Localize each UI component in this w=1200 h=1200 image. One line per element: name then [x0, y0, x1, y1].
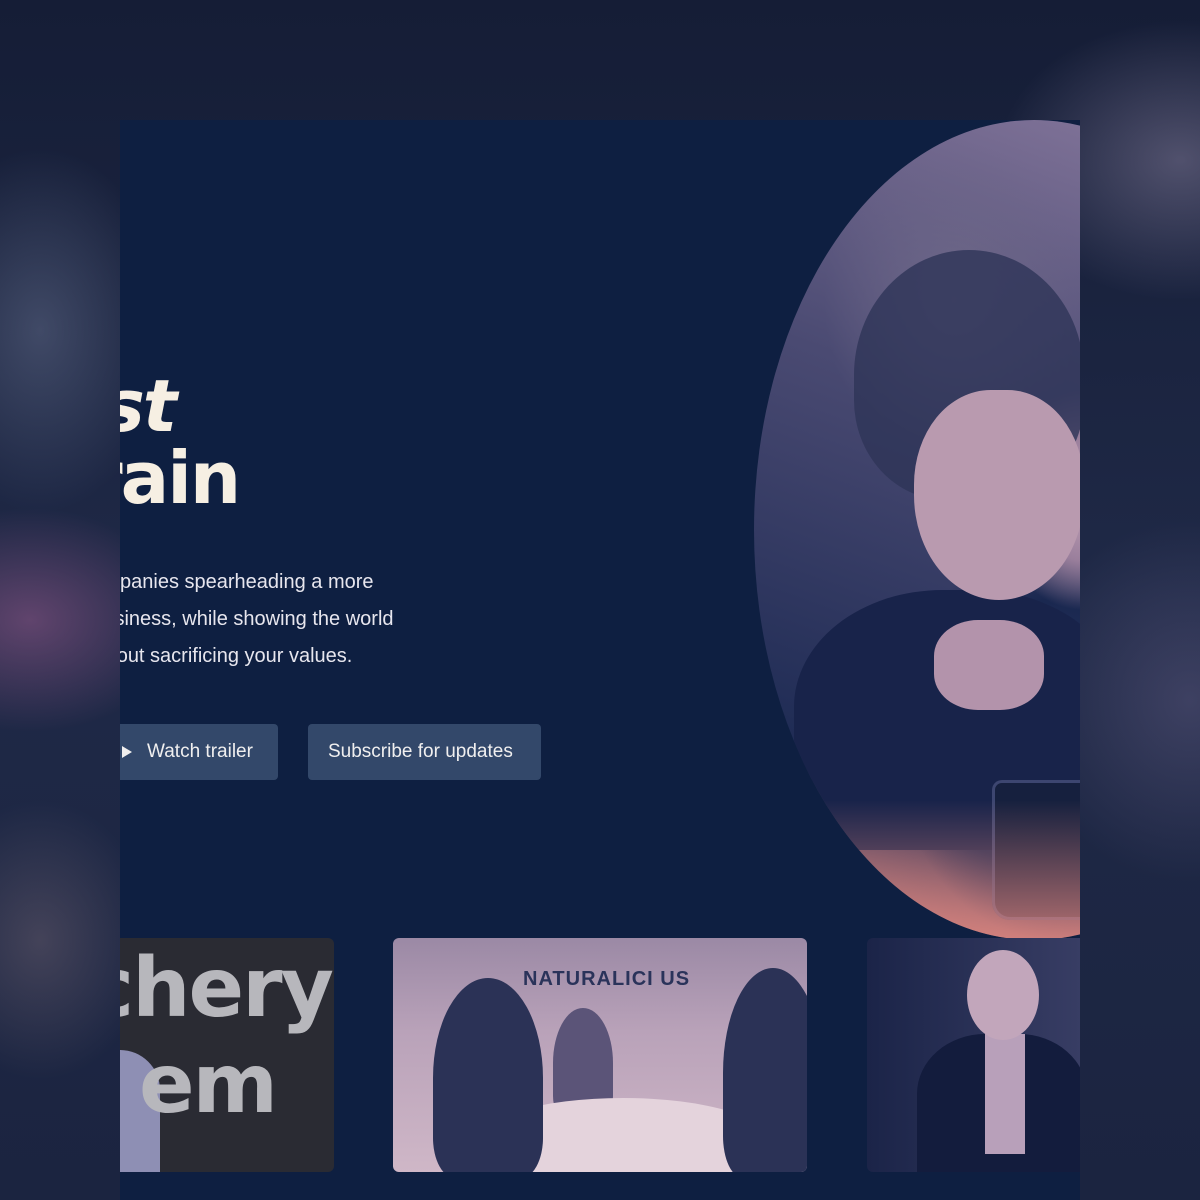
hero-title-line2: Grain: [120, 436, 241, 520]
hero-portrait-image: [754, 120, 1080, 940]
thumbnail-text: em: [138, 1037, 278, 1132]
landing-page: inst Grain of companies spearheading a m…: [120, 120, 1080, 1200]
thumbnail-sign-text: NATURALICI US: [523, 968, 691, 990]
watch-trailer-label: Watch trailer: [147, 741, 253, 762]
description-line: ul without sacrificing your values.: [120, 645, 353, 667]
subscribe-label: Subscribe for updates: [328, 741, 513, 762]
hero-description: of companies spearheading a more ing bus…: [120, 564, 620, 675]
watch-trailer-button[interactable]: Watch trailer: [120, 724, 278, 780]
hero-title: inst Grain: [120, 364, 241, 520]
hero-title-line1: inst: [120, 364, 177, 448]
subscribe-button[interactable]: Subscribe for updates: [308, 724, 541, 780]
video-thumbnail[interactable]: NATURALICI US: [393, 938, 807, 1172]
video-thumbnail[interactable]: chery em: [120, 938, 334, 1172]
video-thumbnail[interactable]: [867, 938, 1080, 1172]
description-line: of companies spearheading a more: [120, 571, 374, 593]
description-line: ing business, while showing the world: [120, 608, 394, 630]
thumbnail-text: chery: [120, 941, 334, 1036]
play-icon: [122, 746, 132, 758]
